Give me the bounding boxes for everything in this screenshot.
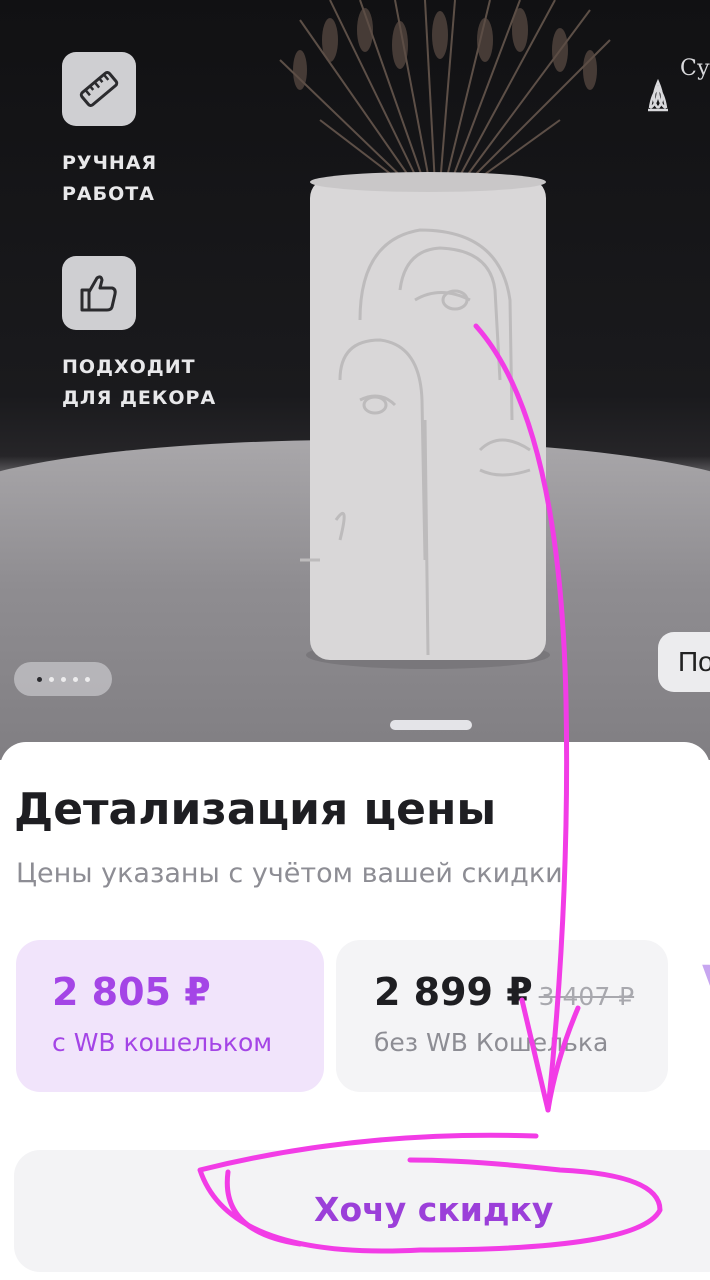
want-discount-label: Хочу скидку bbox=[314, 1190, 554, 1229]
feature-decor-label: ПОДХОДИТ ДЛЯ ДЕКОРА bbox=[62, 356, 217, 409]
gallery-dot[interactable] bbox=[48, 676, 54, 682]
wallet-price-caption: с WB кошельком bbox=[52, 1028, 273, 1057]
gallery-dot[interactable] bbox=[72, 676, 78, 682]
regular-price: 2 899 ₽ bbox=[374, 970, 533, 1014]
price-card-wallet[interactable]: 2 805 ₽ с WB кошельком bbox=[16, 940, 324, 1092]
wallet-price: 2 805 ₽ bbox=[52, 970, 211, 1014]
next-card-peek: V bbox=[702, 958, 710, 1004]
brand-name: Су bbox=[680, 56, 710, 81]
thumbs-up-icon bbox=[62, 256, 136, 330]
feature-decor: ПОДХОДИТ ДЛЯ ДЕКОРА bbox=[62, 256, 216, 414]
gallery-pagination[interactable] bbox=[14, 662, 112, 696]
want-discount-button[interactable]: Хочу скидку bbox=[14, 1150, 710, 1272]
old-price: 3 407 ₽ bbox=[538, 982, 635, 1011]
feature-handmade: РУЧНАЯ РАБОТА bbox=[62, 52, 157, 210]
gallery-dot[interactable] bbox=[60, 676, 66, 682]
ruler-icon bbox=[62, 52, 136, 126]
price-card-no-wallet[interactable]: 2 899 ₽3 407 ₽ без WB Кошелька bbox=[336, 940, 668, 1092]
feature-handmade-label: РУЧНАЯ РАБОТА bbox=[62, 152, 158, 205]
product-photo[interactable]: РУЧНАЯ РАБОТА ПОДХОДИТ ДЛЯ ДЕКОРА Су По bbox=[0, 0, 710, 760]
regular-price-caption: без WB Кошелька bbox=[374, 1028, 609, 1057]
regular-price-row: 2 899 ₽3 407 ₽ bbox=[374, 970, 668, 1014]
gallery-dot-active[interactable] bbox=[36, 676, 42, 682]
gallery-dot[interactable] bbox=[84, 676, 90, 682]
sheet-grabber[interactable] bbox=[390, 720, 472, 730]
side-action-chip[interactable]: По bbox=[658, 632, 710, 692]
sheet-subtitle: Цены указаны с учётом вашей скидки bbox=[16, 858, 563, 889]
sheet-title: Детализация цены bbox=[14, 784, 497, 835]
